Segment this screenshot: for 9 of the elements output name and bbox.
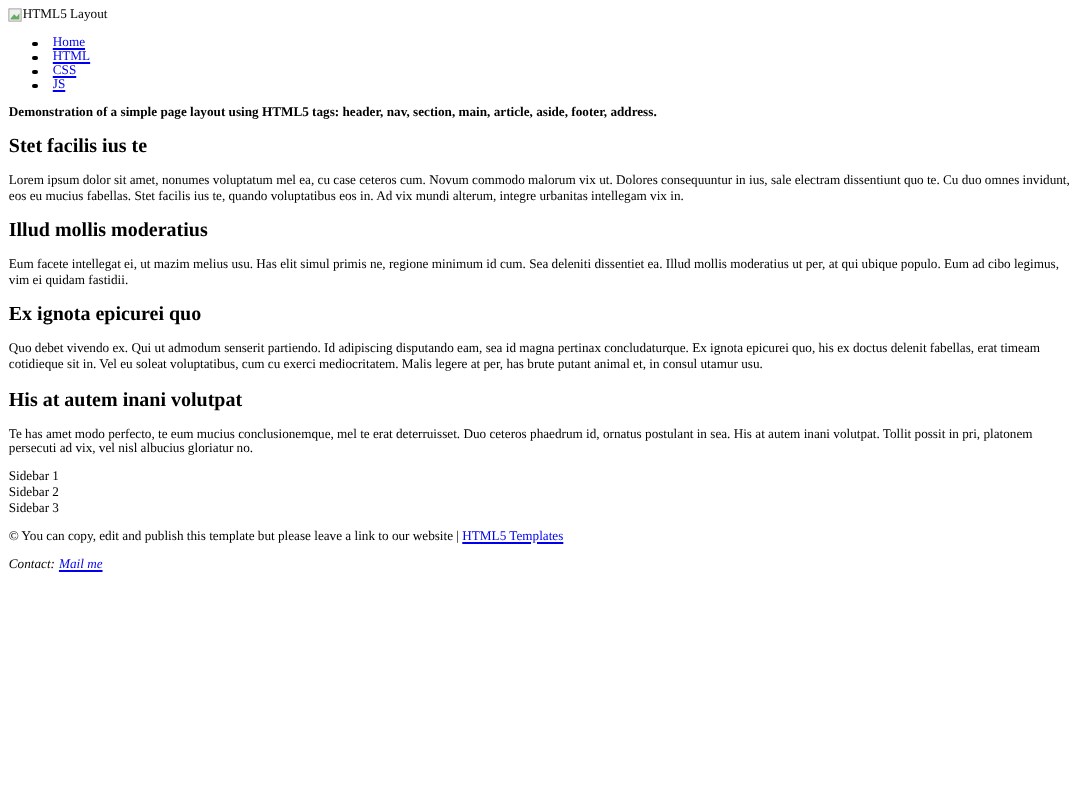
- bullet-icon: [32, 55, 38, 61]
- article-title: Stet facilis ius te: [8, 136, 150, 159]
- bullet-icon: [32, 83, 38, 89]
- broken-image-icon: [8, 8, 23, 23]
- bullet-icon: [32, 69, 38, 75]
- bullet-icon: [32, 41, 38, 47]
- article-title: Ex ignota epicurei quo: [8, 304, 204, 327]
- article-title: His at autem inani volutpat: [8, 389, 245, 412]
- article-title: Illud mollis moderatius: [8, 220, 210, 243]
